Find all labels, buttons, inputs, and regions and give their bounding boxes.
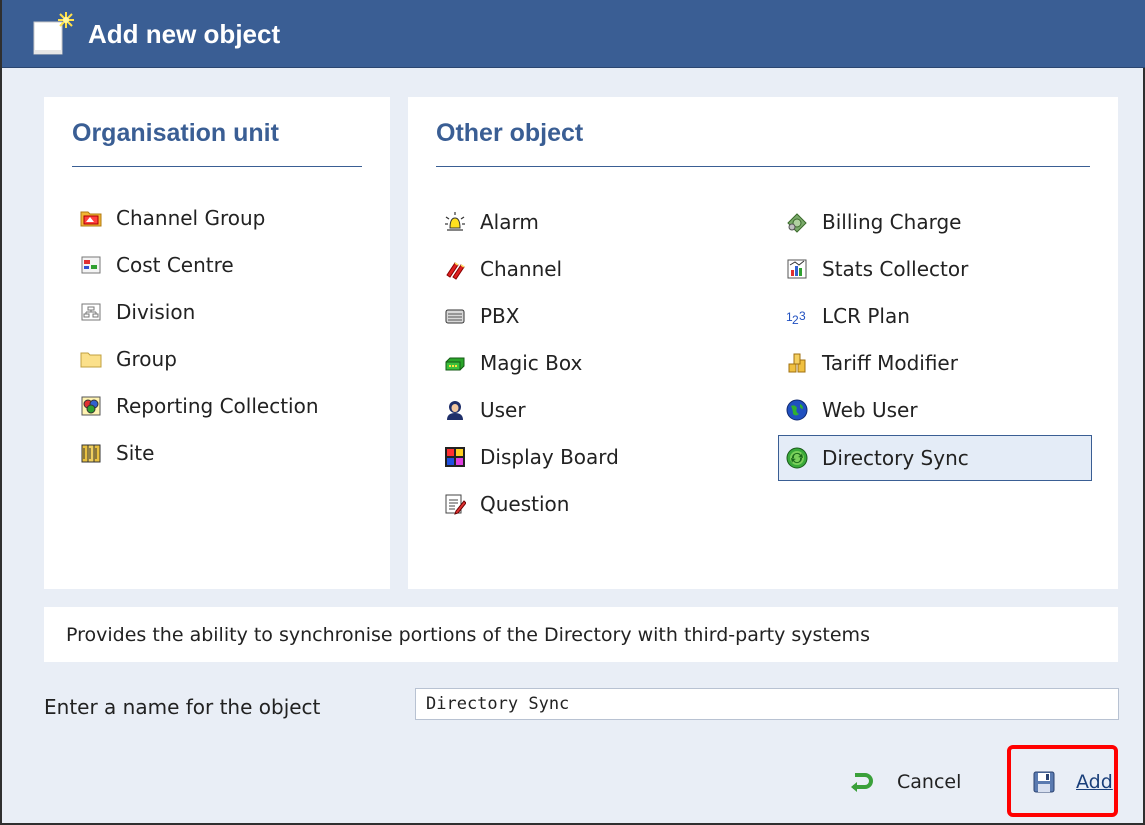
folder-icon <box>80 352 102 368</box>
object-item-web-user[interactable]: Web User <box>786 392 918 428</box>
object-item-label: Magic Box <box>480 351 583 375</box>
object-item-label: Stats Collector <box>822 257 969 281</box>
add-label: Add <box>1076 771 1113 793</box>
org-item-group[interactable]: Group <box>80 341 177 377</box>
org-item-label: Channel Group <box>116 206 266 230</box>
object-item-display-board[interactable]: Display Board <box>444 439 619 475</box>
object-item-label: Display Board <box>480 445 619 469</box>
object-item-stats-collector[interactable]: Stats Collector <box>786 251 968 287</box>
object-description: Provides the ability to synchronise port… <box>44 607 1118 662</box>
alarm-icon <box>445 212 465 231</box>
question-icon <box>445 494 466 515</box>
org-item-channel-group[interactable]: Channel Group <box>80 200 265 236</box>
org-item-division[interactable]: Division <box>80 294 195 330</box>
object-item-user[interactable]: User <box>444 392 526 428</box>
cancel-button[interactable]: Cancel <box>849 764 961 800</box>
object-item-lcr-plan[interactable]: 1 2 3 LCR Plan <box>786 298 910 334</box>
dialog-titlebar: Add new object <box>2 0 1145 68</box>
tariff-modifier-icon <box>788 353 806 373</box>
svg-text:3: 3 <box>799 309 806 323</box>
organisation-unit-heading: Organisation unit <box>72 119 279 147</box>
add-button[interactable]: Add <box>1032 764 1113 800</box>
billing-charge-icon <box>787 213 807 233</box>
object-item-channel[interactable]: Channel <box>444 251 562 287</box>
new-object-icon <box>33 12 74 55</box>
org-item-cost-centre[interactable]: Cost Centre <box>80 247 234 283</box>
org-item-site[interactable]: Site <box>80 435 154 471</box>
description-text: Provides the ability to synchronise port… <box>66 623 870 646</box>
object-item-billing-charge[interactable]: Billing Charge <box>786 204 961 240</box>
organisation-unit-panel: Organisation unit Channel Group Cost Cen… <box>44 97 390 589</box>
save-disk-icon <box>1033 771 1055 793</box>
object-item-label: User <box>480 398 526 422</box>
web-user-icon <box>786 399 808 421</box>
object-item-label: Billing Charge <box>822 210 962 234</box>
directory-sync-icon <box>786 447 808 469</box>
site-icon <box>81 444 101 463</box>
org-item-label: Group <box>116 347 177 371</box>
cancel-label: Cancel <box>897 771 962 793</box>
channel-icon <box>446 262 465 280</box>
division-icon <box>81 303 101 321</box>
lcr-plan-icon: 1 2 3 <box>786 309 806 327</box>
object-item-label: Tariff Modifier <box>822 351 958 375</box>
object-item-label: LCR Plan <box>822 304 910 328</box>
object-item-pbx[interactable]: PBX <box>444 298 519 334</box>
add-new-object-dialog: Add new object Organisation unit Channel… <box>0 0 1145 825</box>
reporting-collection-icon <box>81 396 101 416</box>
stats-collector-icon <box>787 259 807 279</box>
pbx-icon <box>445 309 465 324</box>
object-item-label: Web User <box>822 398 918 422</box>
dialog-title: Add new object <box>88 19 281 49</box>
heading-divider <box>436 166 1090 167</box>
back-arrow-icon <box>851 773 873 792</box>
object-item-magic-box[interactable]: Magic Box <box>444 345 582 381</box>
name-field-label: Enter a name for the object <box>44 695 321 719</box>
object-item-label: Directory Sync <box>822 446 969 470</box>
org-item-reporting-collection[interactable]: Reporting Collection <box>80 388 319 424</box>
org-item-label: Site <box>116 441 155 465</box>
org-item-label: Division <box>116 300 196 324</box>
object-item-label: Alarm <box>480 210 539 234</box>
org-item-label: Reporting Collection <box>116 394 319 418</box>
svg-text:2: 2 <box>792 313 799 327</box>
magic-box-icon <box>445 357 465 371</box>
object-item-tariff-modifier[interactable]: Tariff Modifier <box>786 345 958 381</box>
object-item-label: Channel <box>480 257 563 281</box>
object-name-input[interactable] <box>415 688 1119 720</box>
object-item-label: PBX <box>480 304 520 328</box>
object-item-directory-sync[interactable]: Directory Sync <box>778 435 1092 481</box>
heading-divider <box>72 166 362 167</box>
user-icon <box>447 401 463 420</box>
object-item-question[interactable]: Question <box>444 486 569 522</box>
org-item-label: Cost Centre <box>116 253 234 277</box>
object-item-label: Question <box>480 492 570 516</box>
cost-centre-icon <box>81 256 101 274</box>
channel-group-icon <box>80 211 102 227</box>
other-object-panel: Other object Alarm Channel PBX Magic Box… <box>408 97 1118 589</box>
display-board-icon <box>445 447 465 467</box>
object-item-alarm[interactable]: Alarm <box>444 204 539 240</box>
other-object-heading: Other object <box>436 119 584 147</box>
